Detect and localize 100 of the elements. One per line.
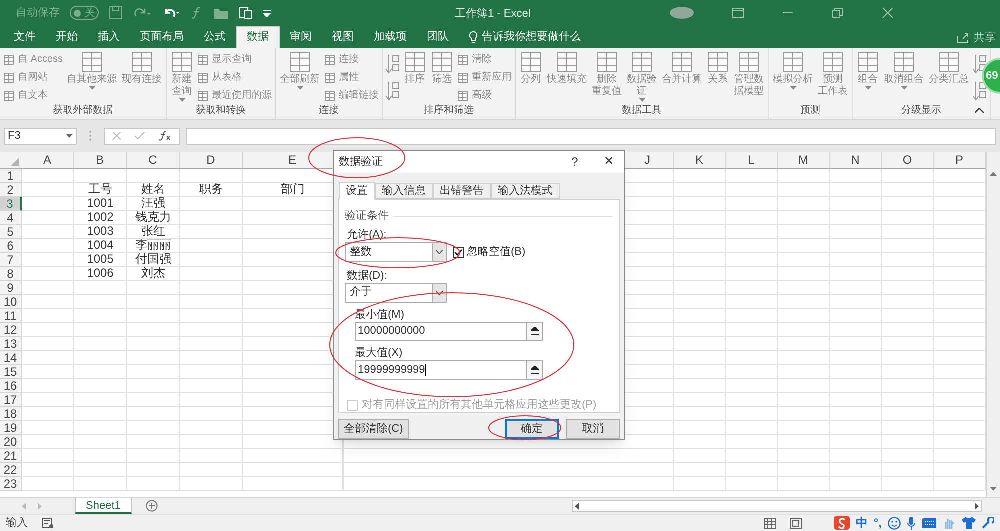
group-label: 连接 <box>319 105 340 118</box>
page-layout-icon[interactable] <box>790 518 802 528</box>
name-box[interactable]: F3 <box>4 128 77 144</box>
menu-tab[interactable]: 页面布局 <box>130 26 194 48</box>
scroll-up-icon[interactable] <box>990 172 997 176</box>
dialog-button[interactable]: 取消 <box>566 419 620 439</box>
share-button[interactable]: 共享 <box>957 30 996 46</box>
column-header[interactable]: A <box>22 152 74 168</box>
row-header[interactable]: 8 <box>0 267 22 281</box>
row-header[interactable]: 6 <box>0 239 22 253</box>
dialog-tab[interactable]: 出错警告 <box>433 183 491 199</box>
checkbox-label[interactable]: 忽略空值(B) <box>467 246 526 258</box>
row-header[interactable]: 13 <box>0 337 22 351</box>
scroll-left-icon[interactable] <box>575 502 579 510</box>
save-icon[interactable] <box>109 6 123 20</box>
close-button[interactable]: × <box>599 154 619 170</box>
collapse-ribbon-icon[interactable] <box>975 108 984 114</box>
menu-tab[interactable]: 视图 <box>322 26 364 48</box>
keyboard-icon[interactable] <box>922 518 937 528</box>
row-header[interactable]: 19 <box>0 421 22 435</box>
menu-tab[interactable]: 文件 <box>4 26 46 48</box>
menu-tab[interactable]: 加载项 <box>364 26 417 48</box>
number-input[interactable]: 10000000000 <box>355 322 543 342</box>
smiley-icon[interactable] <box>888 516 901 530</box>
paste-icon[interactable] <box>239 6 253 20</box>
row-header[interactable]: 15 <box>0 365 22 379</box>
row-header[interactable]: 12 <box>0 323 22 337</box>
menu-tab[interactable]: 开始 <box>46 26 88 48</box>
dropdown-field[interactable]: 整数 <box>345 242 447 262</box>
ime-indicator[interactable]: °, <box>874 514 882 531</box>
row-header[interactable]: 14 <box>0 351 22 365</box>
table-cell-text: 汪强 <box>140 197 166 211</box>
row-header[interactable]: 3 <box>0 197 22 211</box>
column-header[interactable]: M <box>778 152 830 168</box>
formula-input[interactable] <box>186 128 996 144</box>
function-icon[interactable] <box>191 6 203 20</box>
column-header[interactable]: O <box>882 152 934 168</box>
row-header[interactable]: 4 <box>0 211 22 225</box>
sort-icon[interactable] <box>386 53 400 75</box>
menu-tab[interactable]: 公式 <box>194 26 236 48</box>
dialog-tab[interactable]: 设置 <box>339 182 375 200</box>
row-header[interactable]: 18 <box>0 407 22 421</box>
sheet-tab[interactable]: Sheet1 <box>75 498 132 514</box>
ime-logo-icon[interactable] <box>834 516 850 530</box>
menu-tab[interactable]: 审阅 <box>280 26 322 48</box>
shirt-icon[interactable] <box>962 517 976 529</box>
row-header[interactable]: 1 <box>0 169 22 183</box>
row-header[interactable]: 7 <box>0 253 22 267</box>
column-header[interactable]: B <box>74 152 127 168</box>
close-icon[interactable] <box>882 7 894 19</box>
dialog-button[interactable]: 全部清除(C) <box>338 419 410 439</box>
sort-icon[interactable] <box>386 80 400 102</box>
row-header[interactable]: 10 <box>0 295 22 309</box>
table-icon <box>457 90 470 102</box>
dropdown-field[interactable]: 介于 <box>345 283 447 303</box>
dialog-button[interactable]: 确定 <box>505 419 559 439</box>
row-header[interactable]: 9 <box>0 281 22 295</box>
column-header[interactable]: N <box>830 152 882 168</box>
column-header[interactable]: L <box>726 152 778 168</box>
row-header[interactable]: 11 <box>0 309 22 323</box>
row-header[interactable]: 5 <box>0 225 22 239</box>
section-label: 验证条件 <box>345 210 389 223</box>
dialog-tab[interactable]: 输入法模式 <box>491 183 560 199</box>
menu-tab[interactable]: 团队 <box>417 26 459 48</box>
tell-me-field[interactable]: 告诉我你想要做什么 <box>459 26 581 48</box>
customize-icon[interactable] <box>263 9 271 17</box>
row-header[interactable]: 22 <box>0 463 22 477</box>
menu-tab[interactable]: 插入 <box>88 26 130 48</box>
collapse-dialog-icon[interactable] <box>530 327 538 336</box>
table-icon <box>197 54 210 66</box>
insert-function-icon[interactable] <box>159 131 171 141</box>
ribbon-display-icon[interactable] <box>732 8 744 18</box>
row-header[interactable]: 20 <box>0 435 22 449</box>
help-button[interactable]: ? <box>565 156 585 168</box>
add-sheet-icon[interactable] <box>146 500 158 512</box>
row-header[interactable]: 2 <box>0 183 22 197</box>
dialog-tab[interactable]: 输入信息 <box>375 183 433 199</box>
row-header[interactable]: 21 <box>0 449 22 463</box>
scroll-right-icon[interactable] <box>975 502 979 510</box>
collapse-dialog-icon[interactable] <box>530 366 538 375</box>
number-input[interactable]: 19999999999 <box>355 360 543 380</box>
restore-icon[interactable] <box>832 8 844 18</box>
menu-tab[interactable]: 数据 <box>236 26 280 48</box>
row-header[interactable]: 23 <box>0 477 22 491</box>
folder-icon[interactable] <box>213 6 229 20</box>
microphone-icon[interactable] <box>907 516 916 530</box>
horizontal-scrollbar[interactable] <box>572 500 982 512</box>
outline-icon[interactable] <box>973 53 988 75</box>
row-header[interactable]: 16 <box>0 379 22 393</box>
ime-indicator[interactable]: 中 <box>856 514 868 531</box>
row-header[interactable]: 17 <box>0 393 22 407</box>
wrench-icon[interactable] <box>982 517 994 529</box>
vertical-scrollbar[interactable] <box>986 152 1000 497</box>
scroll-down-icon[interactable] <box>990 487 997 491</box>
macro-record-icon[interactable] <box>42 518 54 528</box>
outline-icon[interactable] <box>973 80 988 102</box>
column-header[interactable]: K <box>674 152 726 168</box>
column-header[interactable]: D <box>180 152 243 168</box>
column-header[interactable]: C <box>127 152 180 168</box>
normal-view-icon[interactable] <box>764 518 776 528</box>
